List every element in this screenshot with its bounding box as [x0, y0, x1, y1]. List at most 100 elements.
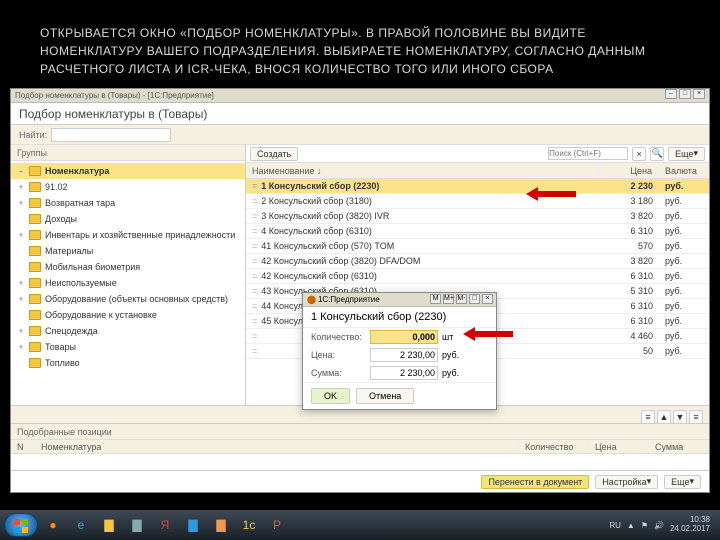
min-button[interactable]: – — [665, 89, 677, 99]
popup-help[interactable]: □ — [469, 294, 480, 304]
task-app3[interactable]: ▇ — [180, 513, 206, 537]
tree-item[interactable]: +Инвентарь и хозяйственные принадлежност… — [11, 227, 245, 243]
price-input[interactable] — [370, 348, 438, 362]
task-ie[interactable]: e — [68, 513, 94, 537]
search-label: Найти: — [19, 130, 47, 140]
find-button[interactable]: 🔍 — [650, 147, 664, 161]
col-name[interactable]: Наименование ↓ — [246, 163, 599, 178]
search-input[interactable] — [51, 128, 171, 142]
groups-header: Группы — [11, 145, 245, 161]
qty-input[interactable] — [370, 330, 438, 344]
app-window: Подбор номенклатуры в (Товары) - [1С:Пре… — [10, 88, 710, 493]
arrow-annotation-popup — [463, 327, 513, 341]
close-button[interactable]: × — [693, 89, 705, 99]
price-label: Цена: — [311, 350, 366, 360]
tree-item[interactable]: Топливо — [11, 355, 245, 371]
folder-icon — [29, 182, 41, 192]
task-ppt[interactable]: P — [264, 513, 290, 537]
folder-icon — [29, 310, 41, 320]
folder-icon — [29, 342, 41, 352]
tree-item[interactable]: Оборудование к установке — [11, 307, 245, 323]
folder-icon — [29, 246, 41, 256]
titlebar: Подбор номенклатуры в (Товары) - [1С:Пре… — [11, 89, 709, 103]
col-qty[interactable]: Количество — [519, 440, 589, 453]
col-n[interactable]: N — [11, 440, 35, 453]
tree-item[interactable]: Доходы — [11, 211, 245, 227]
tree-item[interactable]: -Номенклатура — [11, 163, 245, 179]
folder-icon — [29, 198, 41, 208]
create-button[interactable]: Создать — [250, 147, 298, 161]
task-firefox[interactable]: ● — [40, 513, 66, 537]
sum-input[interactable] — [370, 366, 438, 380]
arrow-annotation-top — [526, 187, 576, 201]
folder-icon — [29, 358, 41, 368]
item-row[interactable]: =2 Консульский сбор (3180)3 180руб. — [246, 194, 709, 209]
popup-close[interactable]: × — [482, 294, 493, 304]
search-row: Найти: — [11, 125, 709, 145]
unit-label: шт — [442, 332, 453, 342]
popup-m3[interactable]: M- — [456, 294, 467, 304]
folder-icon — [29, 214, 41, 224]
tree-item[interactable]: +Неиспользуемые — [11, 275, 245, 291]
item-row[interactable]: =41 Консульский сбор (570) TOM570руб. — [246, 239, 709, 254]
col-sum[interactable]: Сумма — [649, 440, 709, 453]
page-last[interactable]: ≡ — [689, 410, 703, 424]
task-1c[interactable]: 1c — [236, 513, 262, 537]
folder-icon — [29, 294, 41, 304]
page-first[interactable]: ≡ — [641, 410, 655, 424]
popup-app: 1С:Предприятие — [318, 295, 380, 304]
max-button[interactable]: □ — [679, 89, 691, 99]
tray-icon[interactable]: ▲ — [627, 521, 635, 530]
popup-min[interactable]: M — [430, 294, 441, 304]
lang-indicator[interactable]: RU — [609, 521, 621, 530]
sum-cur: руб. — [442, 368, 459, 378]
folder-icon — [29, 230, 41, 240]
col-currency[interactable]: Валюта — [659, 163, 709, 178]
popup-titlebar: ⬤ 1С:Предприятие M M+ M- □ × — [303, 293, 496, 307]
col-price2[interactable]: Цена — [589, 440, 649, 453]
item-row[interactable]: =42 Консульский сбор (6310)6 310руб. — [246, 269, 709, 284]
more-button[interactable]: Еще ▾ — [668, 147, 705, 161]
filter-input[interactable] — [548, 147, 628, 160]
footer-more-button[interactable]: Еще ▾ — [664, 475, 701, 489]
ok-button[interactable]: OK — [311, 388, 350, 404]
tree-item[interactable]: Материалы — [11, 243, 245, 259]
popup-m2[interactable]: M+ — [443, 294, 454, 304]
tray-net-icon[interactable]: ⚑ — [641, 521, 648, 530]
task-app1[interactable]: ▇ — [124, 513, 150, 537]
tree-item[interactable]: +Товары — [11, 339, 245, 355]
item-row[interactable]: =3 Консульский сбор (3820) IVR3 820руб. — [246, 209, 709, 224]
start-button[interactable] — [4, 513, 38, 537]
settings-button[interactable]: Настройка ▾ — [595, 475, 658, 489]
search-icon[interactable]: × — [632, 147, 646, 161]
cancel-button[interactable]: Отмена — [356, 388, 414, 404]
tree-item[interactable]: +91.02 — [11, 179, 245, 195]
transfer-button[interactable]: Перенести в документ — [481, 475, 589, 489]
price-cur: руб. — [442, 350, 459, 360]
qty-label: Количество: — [311, 332, 366, 342]
right-toolbar: Создать × 🔍 Еще ▾ — [246, 145, 709, 163]
sum-label: Сумма: — [311, 368, 366, 378]
folder-icon — [29, 166, 41, 176]
tree-item[interactable]: +Спецодежда — [11, 323, 245, 339]
folder-icon — [29, 262, 41, 272]
item-row[interactable]: =4 Консульский сбор (6310)6 310руб. — [246, 224, 709, 239]
col-nomenclature[interactable]: Номенклатура — [35, 440, 519, 453]
item-row[interactable]: =1 Консульский сбор (2230)2 230руб. — [246, 179, 709, 194]
item-row[interactable]: =42 Консульский сбор (3820) DFA/DOM3 820… — [246, 254, 709, 269]
footer: Перенести в документ Настройка ▾ Еще ▾ — [11, 470, 709, 492]
col-price[interactable]: Цена — [599, 163, 659, 178]
page-next[interactable]: ▼ — [673, 410, 687, 424]
group-tree[interactable]: -Номенклатура+91.02+Возвратная тараДоход… — [11, 161, 245, 405]
task-outlook[interactable]: ▇ — [208, 513, 234, 537]
clock[interactable]: 10:38 24.02.2017 — [670, 516, 710, 534]
page-prev[interactable]: ▲ — [657, 410, 671, 424]
task-app2[interactable]: Я — [152, 513, 178, 537]
items-header: Наименование ↓ Цена Валюта — [246, 163, 709, 179]
tree-item[interactable]: +Оборудование (объекты основных средств) — [11, 291, 245, 307]
folder-icon — [29, 326, 41, 336]
task-explorer[interactable]: ▇ — [96, 513, 122, 537]
tree-item[interactable]: Мобильная биометрия — [11, 259, 245, 275]
tray-vol-icon[interactable]: 🔊 — [654, 521, 664, 530]
tree-item[interactable]: +Возвратная тара — [11, 195, 245, 211]
